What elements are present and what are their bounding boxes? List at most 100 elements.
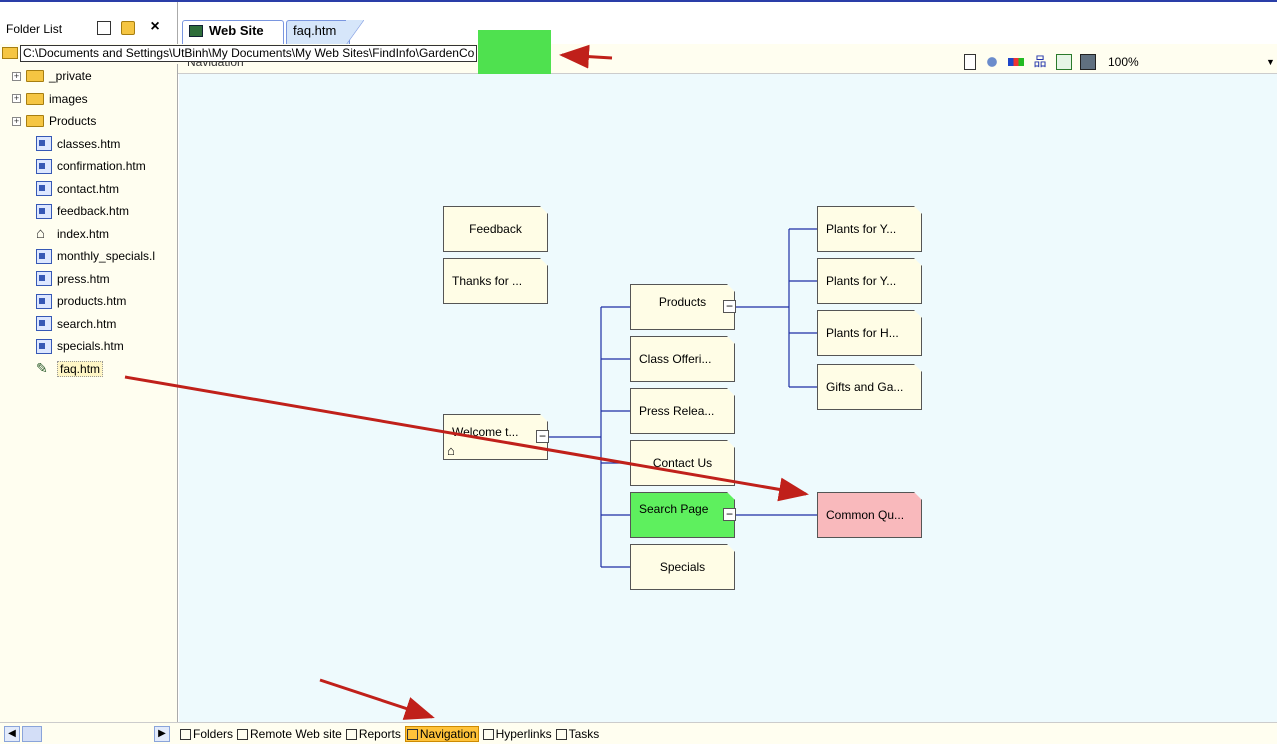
page-icon bbox=[36, 248, 52, 264]
expand-icon[interactable]: + bbox=[12, 94, 21, 103]
expand-icon[interactable]: + bbox=[12, 116, 21, 126]
folder-icon bbox=[26, 70, 44, 82]
share-border-icon[interactable] bbox=[984, 54, 1000, 70]
portrait-landscape-icon[interactable] bbox=[1080, 54, 1096, 70]
folder-list-item[interactable]: ⌂ index.htm bbox=[32, 224, 109, 244]
node-press-releases[interactable]: Press Relea... bbox=[630, 388, 735, 434]
page-icon bbox=[36, 181, 52, 196]
node-class-offerings[interactable]: Class Offeri... bbox=[630, 336, 735, 382]
link-bar-icon[interactable] bbox=[1008, 58, 1024, 66]
path-highlight bbox=[478, 30, 551, 74]
path-field[interactable]: C:\Documents and Settings\UtBinh\My Docu… bbox=[20, 45, 478, 62]
folder-list-item-label: index.htm bbox=[57, 226, 110, 241]
folder-list-title: Folder List bbox=[6, 22, 63, 36]
navigation-toolbar: 品 100% bbox=[964, 52, 1148, 72]
new-page-icon[interactable] bbox=[97, 21, 111, 35]
page-icon bbox=[36, 271, 52, 286]
new-top-page-icon[interactable] bbox=[964, 54, 976, 70]
view-tab-label: Navigation bbox=[419, 727, 477, 741]
node-welcome[interactable]: Welcome t... bbox=[443, 414, 548, 460]
tree-view-icon[interactable]: 品 bbox=[1032, 54, 1048, 70]
home-icon: ⌂ bbox=[447, 443, 455, 458]
folder-list-item[interactable]: + _private bbox=[12, 66, 92, 86]
folder-list-item[interactable]: products.htm bbox=[32, 291, 126, 311]
web-site-icon bbox=[189, 25, 203, 37]
view-tab-label: Tasks bbox=[568, 727, 600, 741]
folder-list-item[interactable]: feedback.htm bbox=[32, 201, 129, 221]
scroll-right-button[interactable]: ▶ bbox=[154, 726, 170, 742]
page-icon bbox=[36, 136, 52, 151]
view-tab[interactable]: Reports bbox=[345, 727, 401, 741]
folder-list-item-label: search.htm bbox=[57, 316, 117, 331]
edit-page-icon: ✎ bbox=[36, 360, 48, 376]
navigation-icon bbox=[406, 728, 418, 740]
folder-list-item-label: classes.htm bbox=[57, 136, 121, 151]
folder-list-item[interactable]: press.htm bbox=[32, 269, 110, 289]
node-plants-2[interactable]: Plants for Y... bbox=[817, 258, 922, 304]
page-icon bbox=[36, 203, 52, 219]
collapse-search-button[interactable]: − bbox=[723, 508, 736, 521]
bottom-bar: ◀ ▶ Folders Remote Web site Reports Navigat… bbox=[0, 722, 1277, 744]
view-tab[interactable]: Tasks bbox=[555, 727, 600, 741]
folder-list-item[interactable]: contact.htm bbox=[32, 179, 119, 199]
node-common-questions[interactable]: Common Qu... bbox=[817, 492, 922, 538]
collapse-products-button[interactable]: − bbox=[723, 300, 736, 313]
expand-icon[interactable]: + bbox=[12, 71, 21, 81]
view-tab-label: Hyperlinks bbox=[495, 727, 552, 741]
folder-list-item-label: specials.htm bbox=[57, 339, 124, 353]
view-tab[interactable]: Navigation bbox=[404, 726, 479, 742]
node-contact-us[interactable]: Contact Us bbox=[630, 440, 735, 486]
folder-list-item[interactable]: specials.htm bbox=[32, 336, 124, 356]
folder-list-item-label: faq.htm bbox=[57, 360, 104, 377]
view-tab-label: Remote Web site bbox=[250, 727, 342, 741]
folder-list-item[interactable]: + Products bbox=[12, 111, 96, 131]
view-tab[interactable]: Remote Web site bbox=[237, 727, 342, 741]
home-page-icon: ⌂ bbox=[36, 225, 46, 242]
page-icon bbox=[36, 316, 52, 331]
folder-icon bbox=[26, 92, 44, 105]
folder-list-item[interactable]: monthly_specials.l bbox=[32, 246, 155, 266]
node-products[interactable]: Products bbox=[630, 284, 735, 330]
view-subtree-icon[interactable] bbox=[1056, 54, 1072, 70]
view-tab[interactable]: Hyperlinks bbox=[482, 727, 552, 741]
node-plants-1[interactable]: Plants for Y... bbox=[817, 206, 922, 252]
node-feedback[interactable]: Feedback bbox=[443, 206, 548, 252]
folder-list-item[interactable]: + images bbox=[12, 89, 88, 109]
zoom-select[interactable]: 100% bbox=[1108, 55, 1148, 69]
scrollbar-thumb[interactable] bbox=[22, 726, 42, 742]
folders-icon bbox=[180, 728, 191, 740]
node-plants-3[interactable]: Plants for H... bbox=[817, 310, 922, 356]
node-specials[interactable]: Specials bbox=[630, 544, 735, 590]
node-gifts[interactable]: Gifts and Ga... bbox=[817, 364, 922, 410]
view-tab[interactable]: Folders bbox=[180, 727, 233, 741]
remote-site-icon bbox=[237, 728, 249, 740]
folder-list-item-label: products.htm bbox=[57, 294, 127, 308]
folder-list-item-label: press.htm bbox=[57, 271, 110, 286]
page-icon bbox=[36, 293, 52, 309]
tab-web-site[interactable]: Web Site bbox=[182, 20, 284, 44]
folder-list-item[interactable]: search.htm bbox=[32, 314, 116, 334]
folder-list-item-label: monthly_specials.l bbox=[57, 249, 156, 263]
node-search-page[interactable]: Search Page bbox=[630, 492, 735, 538]
tab-faq-label: faq.htm bbox=[293, 23, 337, 38]
reports-icon bbox=[345, 728, 357, 740]
chevron-down-icon[interactable]: ▼ bbox=[1266, 57, 1275, 67]
tab-faq[interactable]: faq.htm bbox=[286, 20, 350, 44]
folder-list-item-label: feedback.htm bbox=[57, 204, 130, 218]
page-icon bbox=[36, 158, 52, 174]
folder-list-item[interactable]: ✎ faq.htm bbox=[32, 359, 104, 379]
folder-list-item[interactable]: confirmation.htm bbox=[32, 156, 146, 176]
folder-list-item-label: _private bbox=[49, 69, 92, 83]
close-icon[interactable]: × bbox=[147, 18, 163, 35]
view-tabs: Folders Remote Web site Reports Navigation H… bbox=[180, 725, 599, 743]
scroll-left-button[interactable]: ◀ bbox=[4, 726, 20, 742]
tab-web-site-label: Web Site bbox=[209, 23, 264, 38]
hyperlinks-icon bbox=[482, 728, 494, 740]
new-folder-icon[interactable] bbox=[121, 21, 135, 35]
collapse-welcome-button[interactable]: − bbox=[536, 430, 549, 443]
view-tab-label: Folders bbox=[193, 727, 234, 741]
folder-icon bbox=[2, 47, 18, 59]
node-thanks[interactable]: Thanks for ... bbox=[443, 258, 548, 304]
title-area: Folder List × Web Site faq.htm bbox=[0, 0, 1277, 46]
folder-list-item[interactable]: classes.htm bbox=[32, 134, 120, 154]
